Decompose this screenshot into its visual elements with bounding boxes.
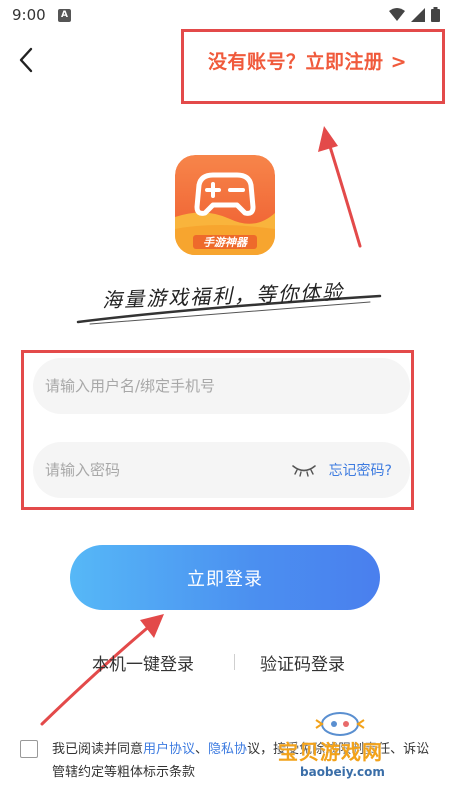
username-field-wrapper [33, 358, 410, 414]
agreement-prefix: 我已阅读并同意 [52, 742, 144, 757]
login-button[interactable]: 立即登录 [70, 545, 380, 610]
app-logo: 手游神器 [175, 155, 275, 255]
watermark-title: 宝贝游戏网 [278, 740, 383, 764]
watermark-url: baobeiy.com [300, 765, 385, 779]
one-key-login-link[interactable]: 本机一键登录 [92, 650, 194, 675]
user-agreement-link[interactable]: 用户协议 [143, 742, 195, 757]
privacy-policy-link[interactable]: 隐私协 [208, 742, 247, 757]
back-button[interactable] [10, 42, 42, 78]
arrow-to-register [318, 126, 362, 248]
show-password-toggle[interactable] [289, 460, 319, 480]
password-field-wrapper: 忘记密码? [33, 442, 410, 498]
alt-login-divider [234, 654, 235, 670]
notification-icon: A [58, 9, 71, 22]
battery-icon [431, 7, 440, 22]
eye-closed-icon [291, 465, 316, 477]
gamepad-logo-icon: 手游神器 [175, 155, 275, 255]
logo-caption: 手游神器 [203, 236, 249, 249]
password-input[interactable] [33, 461, 289, 479]
status-bar: 9:00 A [0, 0, 450, 32]
username-input[interactable] [33, 377, 410, 395]
agreement-separator: 、 [195, 742, 209, 757]
agreement-checkbox[interactable] [20, 740, 38, 758]
register-link[interactable]: 没有账号？立即注册 > [208, 47, 407, 74]
wifi-icon [389, 7, 405, 21]
status-indicators [389, 7, 440, 22]
back-arrow-icon [19, 47, 33, 73]
status-time: 9:00 [12, 6, 46, 24]
sms-login-link[interactable]: 验证码登录 [260, 650, 345, 675]
signal-icon [411, 7, 425, 22]
forgot-password-link[interactable]: 忘记密码? [329, 460, 392, 480]
